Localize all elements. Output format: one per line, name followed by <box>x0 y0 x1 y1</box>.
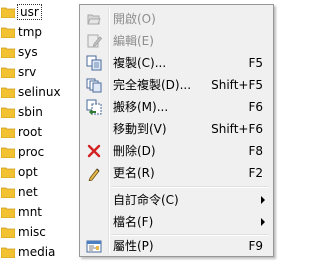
menu-item-label: 複製(C)... <box>113 56 167 70</box>
menu-item-label: 刪除(D) <box>113 144 156 158</box>
menu-item-properties[interactable]: 屬性(P) F9 <box>82 235 271 257</box>
tree-item-label: usr <box>17 4 42 20</box>
tree-item-label: tmp <box>18 25 43 39</box>
menu-item-label: 屬性(P) <box>113 239 154 253</box>
menu-item-label: 完全複製(D)... <box>113 78 192 92</box>
folder-icon <box>0 86 16 99</box>
tree-item-srv[interactable]: srv <box>0 62 82 82</box>
tree-item-net[interactable]: net <box>0 182 82 202</box>
menu-item-label: 更名(R) <box>113 166 155 180</box>
menu-item-shortcut: F8 <box>248 144 263 158</box>
menu-item-shortcut: F9 <box>248 239 263 253</box>
delete-icon <box>86 143 102 159</box>
tree-item-misc[interactable]: misc <box>0 222 82 242</box>
tree-item-media[interactable]: media <box>0 242 82 262</box>
folder-icon <box>0 146 16 159</box>
folder-icon <box>0 126 16 139</box>
tree-item-label: root <box>18 125 43 139</box>
tree-item-label: srv <box>18 65 37 79</box>
folder-icon <box>0 246 16 259</box>
menu-item-label: 自訂命令(C) <box>113 193 179 207</box>
tree-item-opt[interactable]: opt <box>0 162 82 182</box>
menu-item-custom-commands[interactable]: 自訂命令(C) <box>82 189 271 211</box>
tree-item-label: mnt <box>18 205 42 219</box>
tree-item-mnt[interactable]: mnt <box>0 202 82 222</box>
properties-icon <box>86 238 102 254</box>
rename-icon <box>86 165 102 182</box>
tree-item-label: net <box>18 185 38 199</box>
folder-icon <box>0 66 16 79</box>
menu-item-shortcut: Shift+F5 <box>211 78 263 92</box>
menu-separator <box>111 186 269 188</box>
menu-item-shortcut: Shift+F6 <box>211 122 263 136</box>
menu-item-full-copy[interactable]: 完全複製(D)... Shift+F5 <box>82 74 271 96</box>
tree-item-label: sbin <box>18 105 43 119</box>
menu-item-label: 移動到(V) <box>113 122 167 136</box>
menu-item-shortcut: F5 <box>248 56 263 70</box>
folder-icon <box>0 186 16 199</box>
tree-item-label: sys <box>18 45 38 59</box>
folder-icon <box>0 6 16 19</box>
menu-item-edit[interactable]: 編輯(E) <box>82 30 271 52</box>
tree-item-sbin[interactable]: sbin <box>0 102 82 122</box>
menu-item-label: 開啟(O) <box>113 12 156 26</box>
menu-item-copy[interactable]: 複製(C)... F5 <box>82 52 271 74</box>
folder-icon <box>0 206 16 219</box>
menu-item-move-to[interactable]: 移動到(V) Shift+F6 <box>82 118 271 140</box>
folder-icon <box>0 106 16 119</box>
menu-item-open[interactable]: 開啟(O) <box>82 8 271 30</box>
folder-icon <box>0 46 16 59</box>
copy-icon <box>86 55 102 71</box>
tree-item-tmp[interactable]: tmp <box>0 22 82 42</box>
full-copy-icon <box>86 77 102 93</box>
tree-item-label: selinux <box>18 85 61 99</box>
edit-icon <box>86 33 103 49</box>
folder-icon <box>0 26 16 39</box>
folder-icon <box>0 226 16 239</box>
tree-item-label: misc <box>18 225 46 239</box>
menu-item-shortcut: F2 <box>248 166 263 180</box>
tree-item-sys[interactable]: sys <box>0 42 82 62</box>
submenu-arrow-icon <box>261 218 265 226</box>
tree-item-label: media <box>18 245 56 259</box>
tree-item-selinux[interactable]: selinux <box>0 82 82 102</box>
menu-item-move[interactable]: 搬移(M)... F6 <box>82 96 271 118</box>
tree-item-usr[interactable]: usr <box>0 2 82 22</box>
folder-icon <box>0 166 16 179</box>
menu-item-delete[interactable]: 刪除(D) F8 <box>82 140 271 162</box>
folder-tree: usr tmp sys srv selinux sbin root proc o… <box>0 0 82 260</box>
menu-item-rename[interactable]: 更名(R) F2 <box>82 162 271 184</box>
menu-item-filename[interactable]: 檔名(F) <box>82 211 271 233</box>
open-icon <box>86 11 102 27</box>
tree-item-proc[interactable]: proc <box>0 142 82 162</box>
context-menu: 開啟(O) 編輯(E) 複製(C)... F5 完全複製(D)... Shift… <box>79 4 274 257</box>
tree-item-root[interactable]: root <box>0 122 82 142</box>
menu-item-label: 編輯(E) <box>113 34 154 48</box>
move-icon <box>86 99 102 115</box>
menu-item-shortcut: F6 <box>248 100 263 114</box>
submenu-arrow-icon <box>261 196 265 204</box>
menu-item-label: 搬移(M)... <box>113 100 169 114</box>
menu-item-label: 檔名(F) <box>113 215 154 229</box>
tree-item-label: opt <box>18 165 38 179</box>
tree-item-label: proc <box>18 145 45 159</box>
